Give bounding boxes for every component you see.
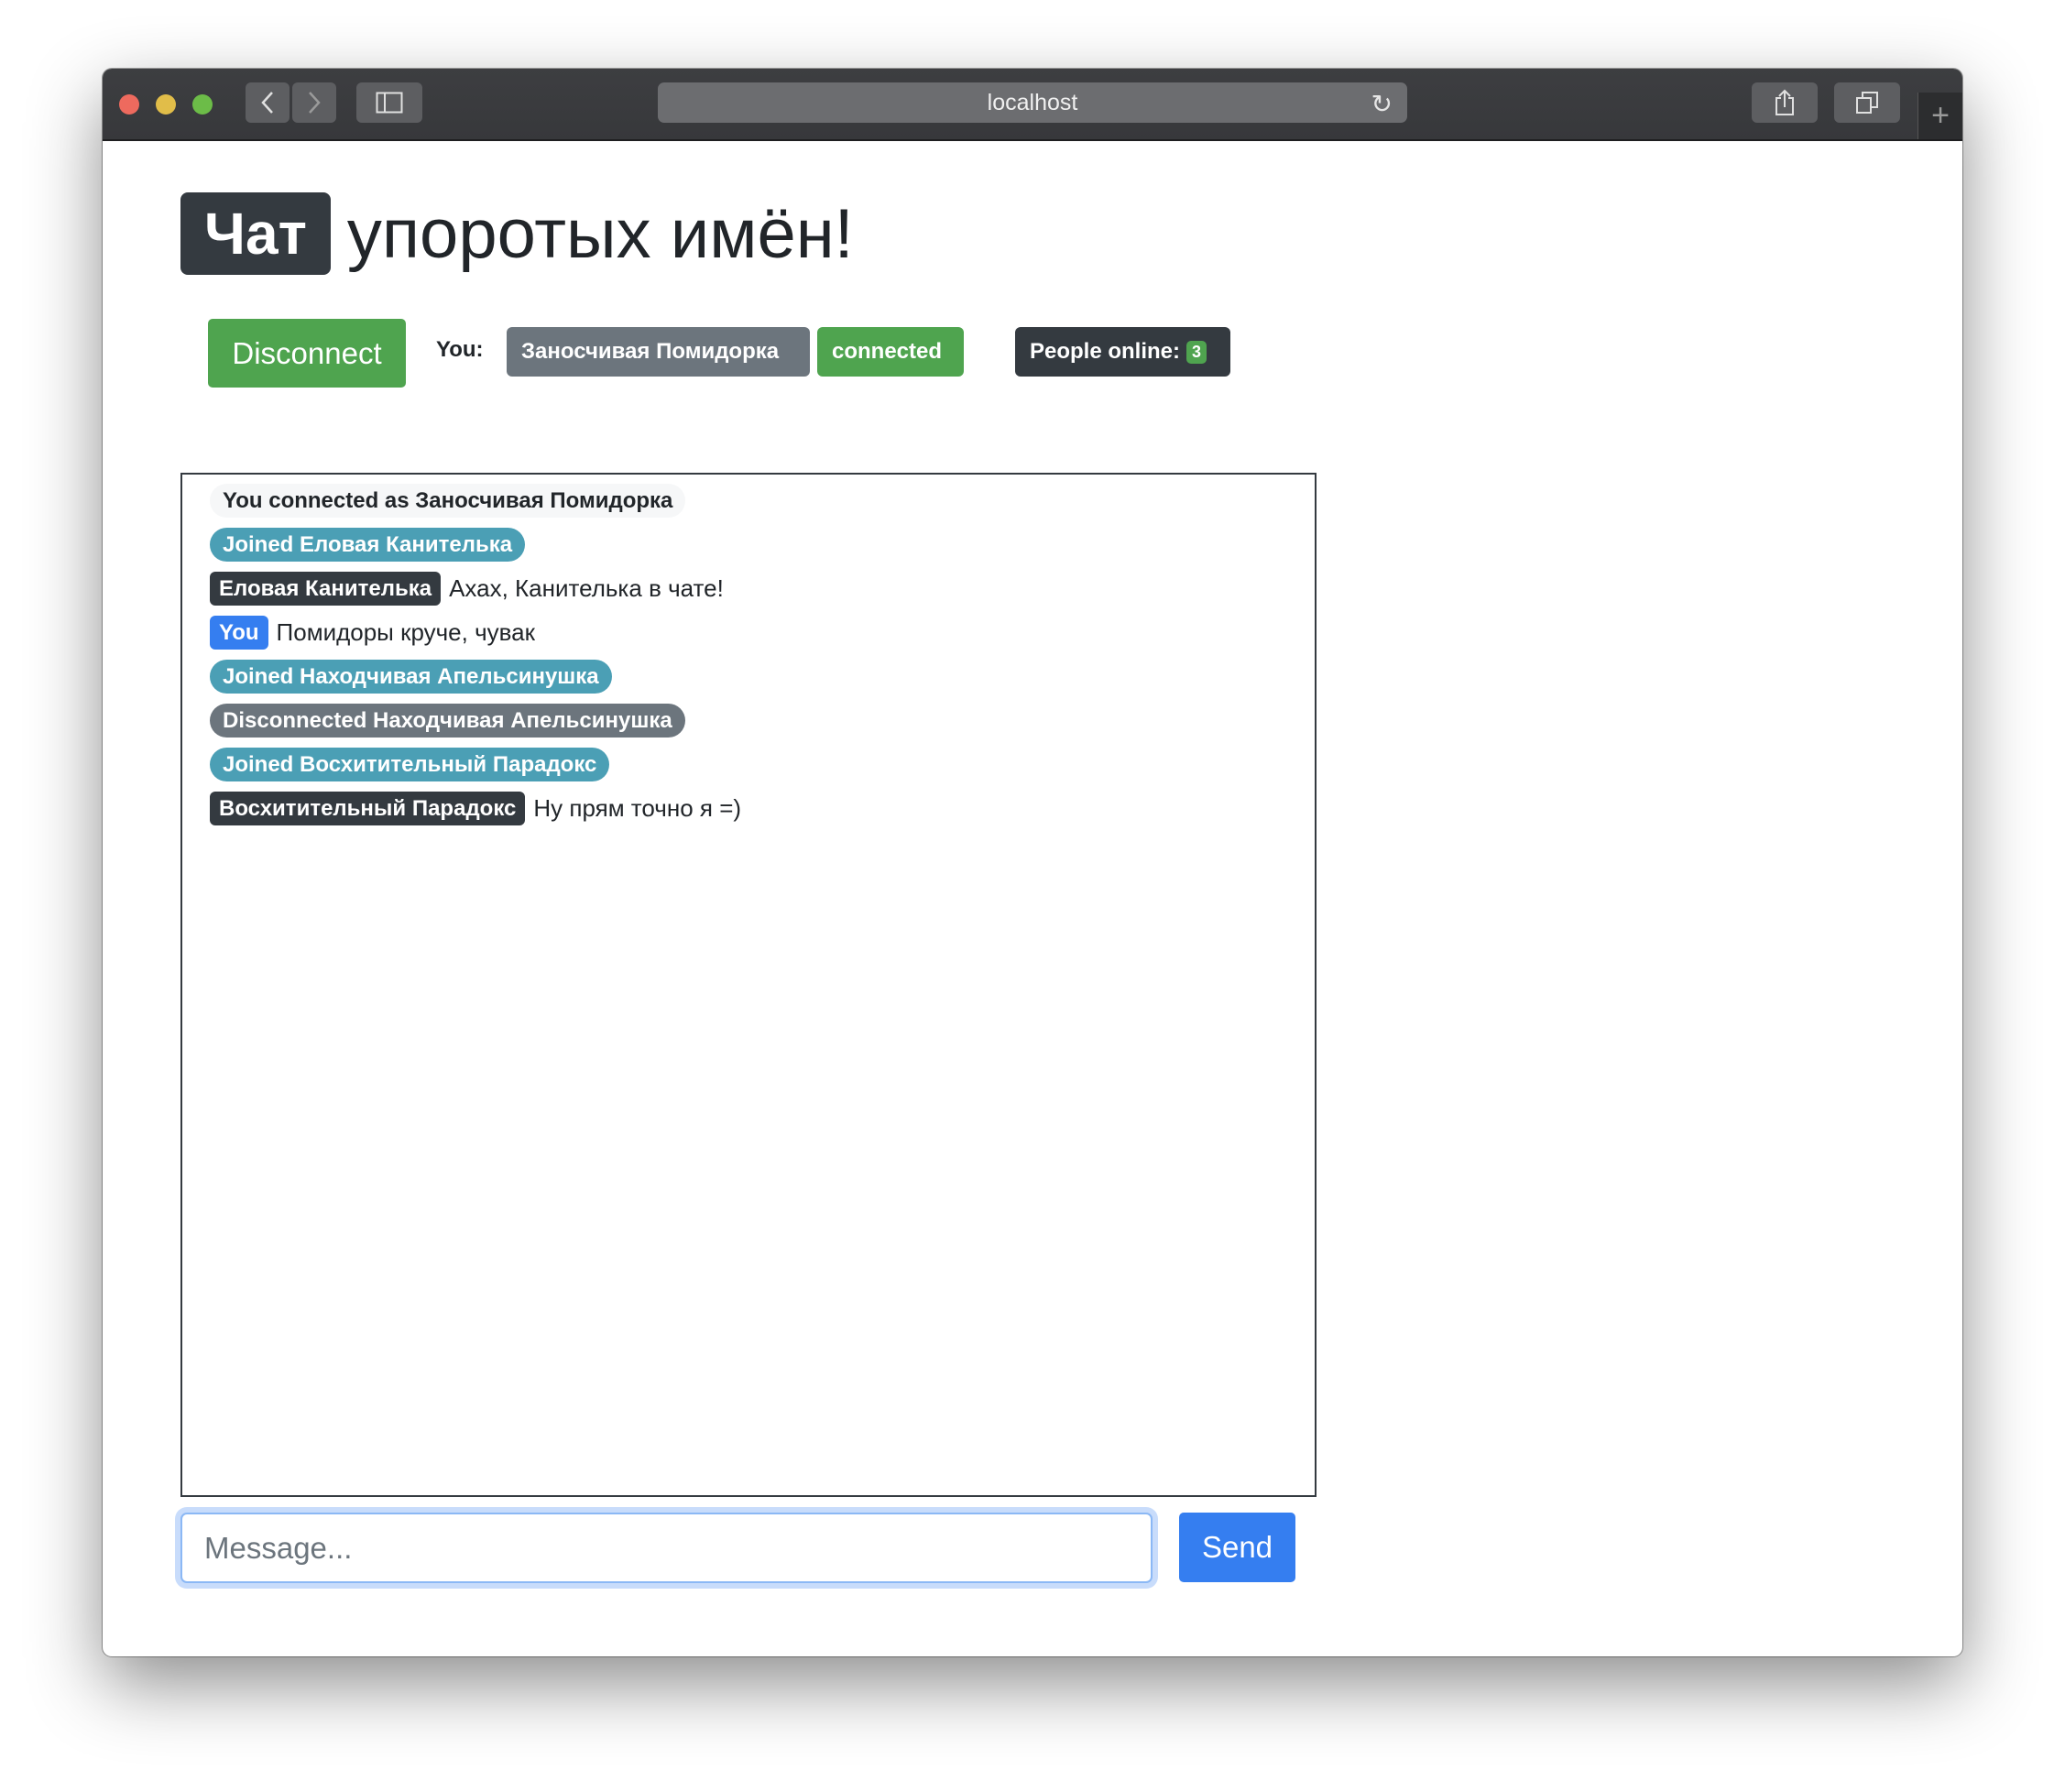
page-content: Чат упоротых имён! Disconnect You: Занос… xyxy=(103,141,1962,1656)
browser-toolbar: localhost ↻ + xyxy=(103,69,1962,141)
forward-icon xyxy=(309,92,321,114)
forward-button[interactable] xyxy=(292,82,336,123)
disconnect-notice: Disconnected Находчивая Апельсинушка xyxy=(210,704,685,738)
back-icon xyxy=(261,92,273,114)
join-notice: Joined Восхитительный Парадокс xyxy=(210,748,610,781)
maximize-window-button[interactable] xyxy=(192,94,213,115)
new-tab-button[interactable]: + xyxy=(1918,93,1962,139)
chat-message: Еловая Канителька Ахах, Канителька в чат… xyxy=(210,572,724,606)
address-bar[interactable]: localhost ↻ xyxy=(658,82,1407,123)
tabs-overview-button[interactable] xyxy=(1834,82,1900,123)
message-text: Ну прям точно я =) xyxy=(533,794,742,822)
page-title: Чат упоротых имён! xyxy=(180,192,854,275)
reload-icon[interactable]: ↻ xyxy=(1371,89,1393,119)
close-window-button[interactable] xyxy=(119,94,139,115)
chat-message: Disconnected Находчивая Апельсинушка xyxy=(210,704,685,738)
tabs-icon xyxy=(1856,92,1878,114)
chat-message: Joined Находчивая Апельсинушка xyxy=(210,660,612,694)
message-text: Помидоры круче, чувак xyxy=(276,618,535,646)
url-text: localhost xyxy=(987,89,1078,115)
sidebar-icon xyxy=(376,92,403,114)
message-text: Ахах, Канителька в чате! xyxy=(449,574,724,602)
title-badge: Чат xyxy=(180,192,331,275)
chat-message: Joined Восхитительный Парадокс xyxy=(210,748,610,781)
chat-message: You connected as Заносчивая Помидорка xyxy=(210,484,686,518)
back-button[interactable] xyxy=(246,82,290,123)
message-author: Еловая Канителька xyxy=(210,572,442,606)
join-notice: Joined Находчивая Апельсинушка xyxy=(210,660,612,694)
system-message: You connected as Заносчивая Помидорка xyxy=(210,484,686,518)
message-author-self: You xyxy=(210,616,268,650)
you-label: You: xyxy=(436,337,484,362)
connection-status-badge: connected xyxy=(817,327,964,377)
share-button[interactable] xyxy=(1752,82,1818,123)
chat-message: Joined Еловая Канителька xyxy=(210,528,526,562)
people-online-badge: People online: 3 xyxy=(1015,327,1230,377)
minimize-window-button[interactable] xyxy=(156,94,176,115)
send-button[interactable]: Send xyxy=(1179,1513,1295,1582)
people-online-label: People online: xyxy=(1030,339,1181,364)
new-tab-icon: + xyxy=(1931,98,1950,133)
message-author: Восхитительный Парадокс xyxy=(210,792,526,825)
browser-window: localhost ↻ + Чат упоротых имён! Disconn… xyxy=(103,69,1962,1656)
join-notice: Joined Еловая Канителька xyxy=(210,528,526,562)
username-badge: Заносчивая Помидорка xyxy=(507,327,810,377)
share-icon xyxy=(1775,89,1794,115)
sidebar-button[interactable] xyxy=(356,82,422,123)
chat-log[interactable]: You connected as Заносчивая Помидорка Jo… xyxy=(180,473,1317,1497)
chat-message: Восхитительный Парадокс Ну прям точно я … xyxy=(210,792,741,825)
people-online-count: 3 xyxy=(1186,340,1207,364)
disconnect-button[interactable]: Disconnect xyxy=(208,319,406,388)
chat-message: You Помидоры круче, чувак xyxy=(210,616,535,650)
title-text: упоротых имён! xyxy=(346,194,854,273)
message-input[interactable] xyxy=(180,1513,1153,1583)
